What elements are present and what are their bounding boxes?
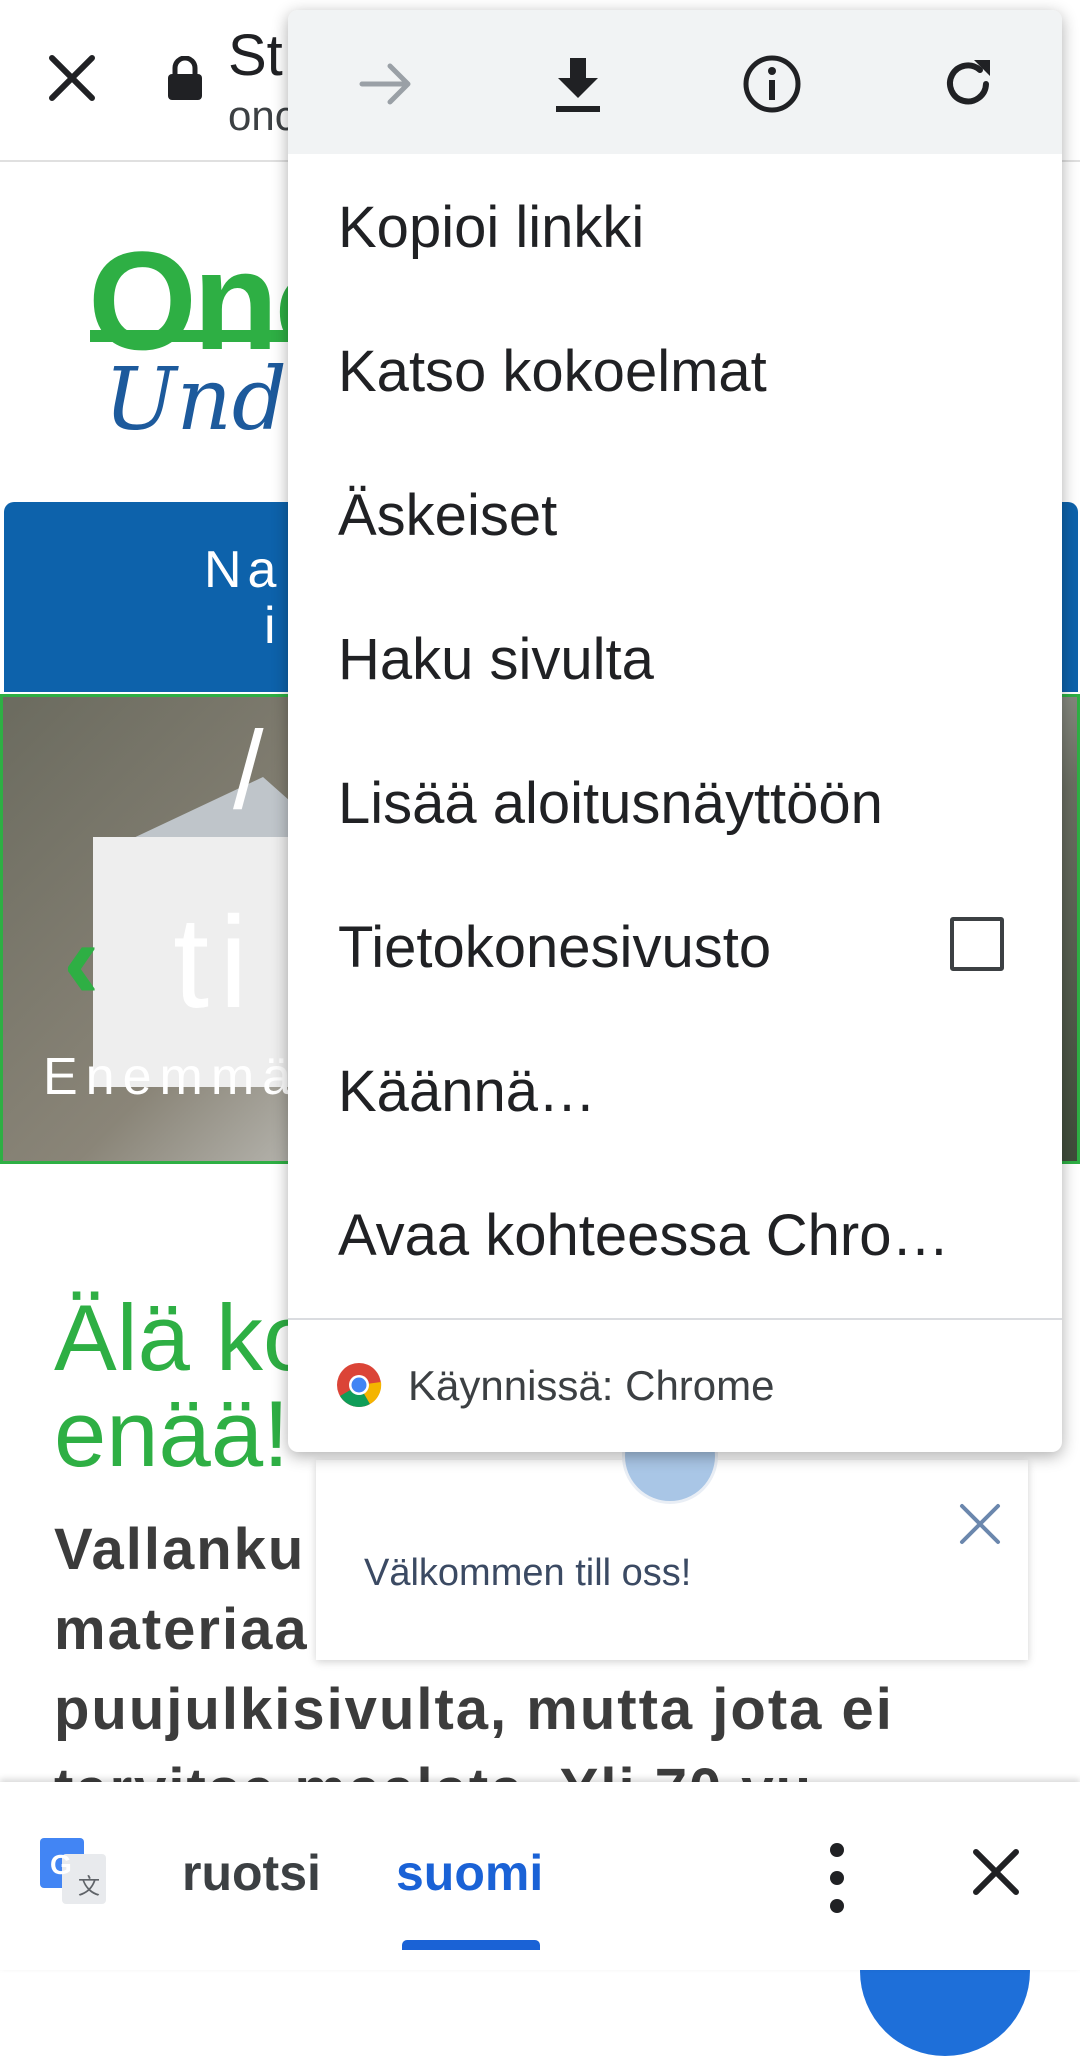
section-heading: Älä ko enää! <box>54 1285 316 1486</box>
page-title: St <box>228 23 283 88</box>
menu-divider <box>288 1318 1062 1320</box>
reload-icon[interactable] <box>934 50 1002 118</box>
hero-headline: ti <box>173 889 258 1035</box>
close-icon[interactable] <box>44 50 100 106</box>
info-icon[interactable] <box>738 50 806 118</box>
hero-slash: / <box>233 709 264 832</box>
chat-greeting: Välkommen till oss! <box>364 1552 692 1594</box>
menu-item-translate[interactable]: Käännä… <box>338 1058 596 1125</box>
more-vert-icon[interactable] <box>822 1838 852 1918</box>
menu-item-find-in-page[interactable]: Haku sivulta <box>338 626 654 693</box>
chrome-logo-icon <box>337 1363 382 1407</box>
close-icon[interactable] <box>970 1846 1022 1898</box>
download-icon[interactable] <box>544 50 612 118</box>
translate-bar: G 文 ruotsi suomi <box>0 1782 1080 1970</box>
page-url: onc <box>228 92 296 139</box>
menu-item-recent[interactable]: Äskeiset <box>338 482 557 549</box>
desktop-site-checkbox[interactable] <box>950 917 1004 971</box>
forward-icon[interactable] <box>352 50 420 118</box>
chevron-left-icon[interactable]: ‹ <box>63 897 100 1024</box>
hero-subtitle: Enemmä <box>43 1048 300 1106</box>
chat-welcome-popup[interactable]: Välkommen till oss! <box>316 1408 1028 1660</box>
menu-icon-row <box>288 10 1062 154</box>
menu-item-add-to-home[interactable]: Lisää aloitusnäyttöön <box>338 770 883 837</box>
menu-item-view-collections[interactable]: Katso kokoelmat <box>338 338 767 405</box>
lock-icon <box>168 56 202 100</box>
overflow-menu: Kopioi linkki Katso kokoelmat Äskeiset H… <box>288 10 1062 1452</box>
banner-text: Na i <box>204 541 283 655</box>
google-translate-icon: G 文 <box>40 1838 106 1904</box>
menu-item-open-in-chrome[interactable]: Avaa kohteessa Chro… <box>338 1202 950 1269</box>
menu-item-copy-link[interactable]: Kopioi linkki <box>338 194 644 261</box>
close-icon[interactable] <box>956 1500 1004 1548</box>
running-in-chrome-label: Käynnissä: Chrome <box>408 1362 775 1409</box>
tab-source-language[interactable]: ruotsi <box>182 1844 321 1902</box>
menu-item-desktop-site[interactable]: Tietokonesivusto <box>338 914 771 981</box>
svg-text:G: G <box>50 1849 72 1880</box>
tab-target-language[interactable]: suomi <box>396 1844 543 1902</box>
svg-text:文: 文 <box>78 1875 100 1900</box>
active-tab-indicator <box>402 1940 540 1950</box>
